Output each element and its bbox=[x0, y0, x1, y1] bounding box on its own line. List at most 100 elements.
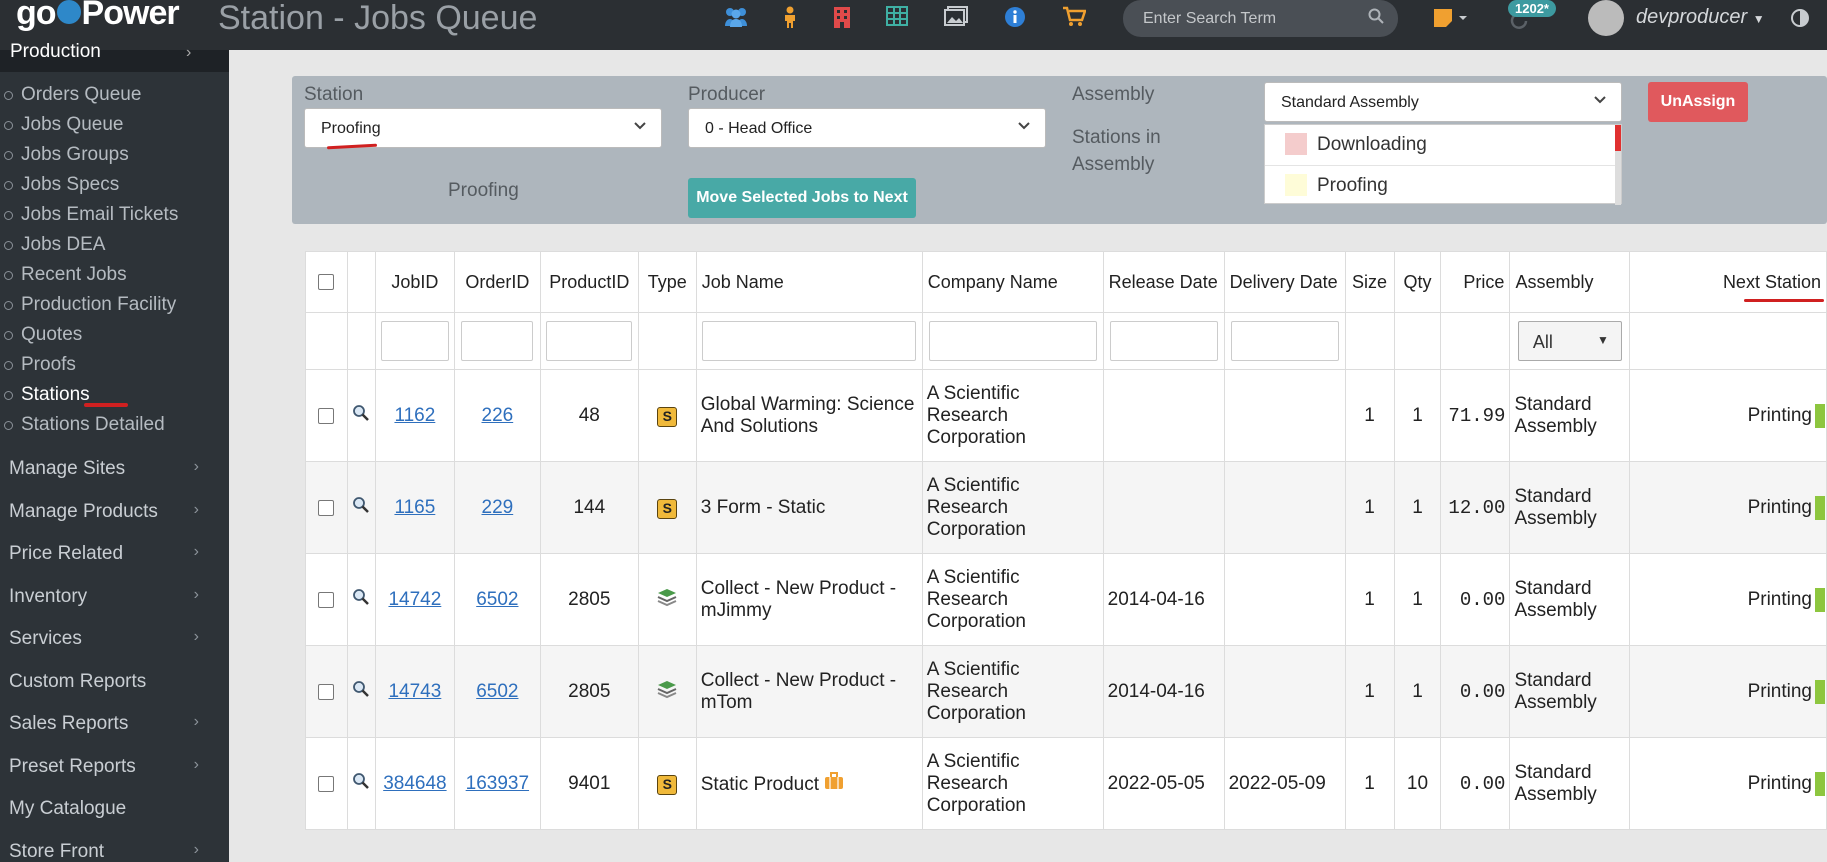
header-assembly[interactable]: Assembly bbox=[1509, 251, 1631, 313]
circle-icon bbox=[4, 331, 13, 340]
stack-type-icon bbox=[656, 588, 678, 612]
sidebar-item-manage-products[interactable]: Manage Products › bbox=[0, 497, 229, 527]
jobid-link[interactable]: 14742 bbox=[388, 589, 441, 610]
table-row[interactable]: 384648 163937 9401 S Static Product A Sc… bbox=[305, 737, 1827, 830]
header-productid[interactable]: ProductID bbox=[539, 251, 639, 313]
row-checkbox[interactable] bbox=[318, 775, 335, 792]
sidebar-item-sales-reports[interactable]: Sales Reports › bbox=[0, 709, 229, 739]
sidebar-item-custom-reports[interactable]: Custom Reports bbox=[0, 667, 229, 697]
header-type[interactable]: Type bbox=[637, 251, 697, 313]
jobname-filter-input[interactable] bbox=[702, 321, 917, 361]
sidebar-section-production[interactable]: Production › bbox=[0, 41, 229, 72]
orderid-link[interactable]: 6502 bbox=[476, 589, 518, 610]
sidebar-item-manage-sites[interactable]: Manage Sites › bbox=[0, 454, 229, 484]
sidebar-item-preset-reports[interactable]: Preset Reports › bbox=[0, 752, 229, 782]
row-checkbox[interactable] bbox=[318, 591, 335, 608]
sidebar-item-jobs-email-tickets[interactable]: Jobs Email Tickets bbox=[0, 202, 229, 228]
contrast-icon[interactable] bbox=[1790, 8, 1810, 33]
sidebar-item-store-front[interactable]: Store Front › bbox=[0, 837, 229, 862]
delivery-date-filter-input[interactable] bbox=[1230, 321, 1339, 361]
notification-badge[interactable]: 1202* bbox=[1508, 0, 1556, 17]
magnifier-icon[interactable] bbox=[352, 588, 370, 611]
sidebar-item-proofs[interactable]: Proofs bbox=[0, 352, 229, 378]
search-icon[interactable] bbox=[1368, 8, 1384, 24]
header-qty[interactable]: Qty bbox=[1393, 251, 1442, 313]
magnifier-icon[interactable] bbox=[352, 496, 370, 519]
header-next-station[interactable]: Next Station bbox=[1629, 251, 1827, 313]
search-input[interactable] bbox=[1123, 0, 1353, 37]
sidebar-item-stations[interactable]: Stations bbox=[0, 382, 229, 408]
jobid-filter-input[interactable] bbox=[380, 321, 449, 361]
orderid-link[interactable]: 229 bbox=[482, 497, 514, 518]
row-checkbox[interactable] bbox=[318, 407, 335, 424]
info-icon[interactable] bbox=[1004, 6, 1026, 33]
productid-filter-input[interactable] bbox=[546, 321, 633, 361]
gopower-logo[interactable]: go Power bbox=[16, 0, 180, 33]
sidebar-item-recent-jobs[interactable]: Recent Jobs bbox=[0, 262, 229, 288]
producer-select[interactable]: 0 - Head Office bbox=[688, 108, 1046, 148]
select-all-checkbox[interactable] bbox=[318, 274, 335, 290]
person-icon[interactable] bbox=[782, 6, 798, 33]
table-row[interactable]: 1162 226 48 S Global Warming: Science An… bbox=[305, 369, 1827, 462]
username-menu[interactable]: devproducer ▼ bbox=[1636, 6, 1765, 29]
sidebar-item-stations-detailed[interactable]: Stations Detailed bbox=[0, 412, 229, 438]
note-icon[interactable] bbox=[1433, 8, 1469, 33]
sidebar-item-jobs-groups[interactable]: Jobs Groups bbox=[0, 142, 229, 168]
header-price[interactable]: Price bbox=[1440, 251, 1511, 313]
jobid-link[interactable]: 1165 bbox=[394, 497, 435, 518]
sidebar-item-services[interactable]: Services › bbox=[0, 624, 229, 654]
scrollbar[interactable] bbox=[1615, 125, 1621, 205]
table-row[interactable]: 14743 6502 2805 Collect - New Product - … bbox=[305, 645, 1827, 738]
orderid-filter-input[interactable] bbox=[461, 321, 534, 361]
magnifier-icon[interactable] bbox=[352, 680, 370, 703]
header-delivery-date[interactable]: Delivery Date bbox=[1223, 251, 1346, 313]
view-cell bbox=[346, 645, 376, 738]
magnifier-icon[interactable] bbox=[352, 404, 370, 427]
orderid-link[interactable]: 226 bbox=[482, 405, 514, 426]
assembly-filter-select[interactable]: All ▼ bbox=[1517, 321, 1622, 361]
building-icon[interactable] bbox=[833, 6, 851, 33]
table-row[interactable]: 14742 6502 2805 Collect - New Product - … bbox=[305, 553, 1827, 646]
cart-icon[interactable] bbox=[1062, 6, 1087, 33]
row-checkbox[interactable] bbox=[318, 683, 335, 700]
sidebar-item-my-catalogue[interactable]: My Catalogue bbox=[0, 794, 229, 824]
sidebar-item-jobs-queue[interactable]: Jobs Queue bbox=[0, 112, 229, 138]
unassign-button[interactable]: UnAssign bbox=[1648, 82, 1748, 122]
table-icon[interactable] bbox=[886, 6, 908, 31]
header-size[interactable]: Size bbox=[1344, 251, 1395, 313]
assembly-station-item[interactable]: Proofing bbox=[1265, 165, 1615, 205]
table-row[interactable]: 1165 229 144 S 3 Form - Static A Scienti… bbox=[305, 461, 1827, 554]
images-icon[interactable] bbox=[944, 6, 968, 31]
avatar[interactable] bbox=[1588, 0, 1624, 36]
release-date-filter-input[interactable] bbox=[1109, 321, 1218, 361]
row-checkbox[interactable] bbox=[318, 499, 335, 516]
sidebar-item-jobs-specs[interactable]: Jobs Specs bbox=[0, 172, 229, 198]
sidebar-item-orders-queue[interactable]: Orders Queue bbox=[0, 82, 229, 108]
orderid-link[interactable]: 6502 bbox=[476, 681, 518, 702]
assembly-select[interactable]: Standard Assembly bbox=[1264, 82, 1622, 122]
header-release-date[interactable]: Release Date bbox=[1102, 251, 1225, 313]
header-jobname[interactable]: Job Name bbox=[695, 251, 923, 313]
sidebar-item-inventory[interactable]: Inventory › bbox=[0, 582, 229, 612]
briefcase-icon[interactable] bbox=[824, 771, 844, 795]
header-orderid[interactable]: OrderID bbox=[453, 251, 541, 313]
users-icon[interactable] bbox=[723, 6, 749, 33]
header-company[interactable]: Company Name bbox=[921, 251, 1104, 313]
header-jobid[interactable]: JobID bbox=[374, 251, 455, 313]
jobid-link[interactable]: 1162 bbox=[394, 405, 435, 426]
jobid-link[interactable]: 14743 bbox=[388, 681, 441, 702]
sidebar-item-price-related[interactable]: Price Related › bbox=[0, 539, 229, 569]
next-station-label: Printing bbox=[1747, 496, 1812, 518]
scrollbar-thumb[interactable] bbox=[1615, 125, 1621, 151]
page-title: Station - Jobs Queue bbox=[218, 0, 538, 37]
sidebar-item-quotes[interactable]: Quotes bbox=[0, 322, 229, 348]
assembly-station-item[interactable]: Downloading bbox=[1265, 125, 1615, 165]
sidebar-item-jobs-dea[interactable]: Jobs DEA bbox=[0, 232, 229, 258]
move-selected-jobs-button[interactable]: Move Selected Jobs to Next bbox=[688, 178, 916, 218]
station-select[interactable]: Proofing bbox=[304, 108, 662, 150]
magnifier-icon[interactable] bbox=[352, 772, 370, 795]
orderid-link[interactable]: 163937 bbox=[466, 773, 529, 794]
company-filter-input[interactable] bbox=[928, 321, 1097, 361]
jobid-link[interactable]: 384648 bbox=[383, 773, 446, 794]
sidebar-item-production-facility[interactable]: Production Facility bbox=[0, 292, 229, 318]
